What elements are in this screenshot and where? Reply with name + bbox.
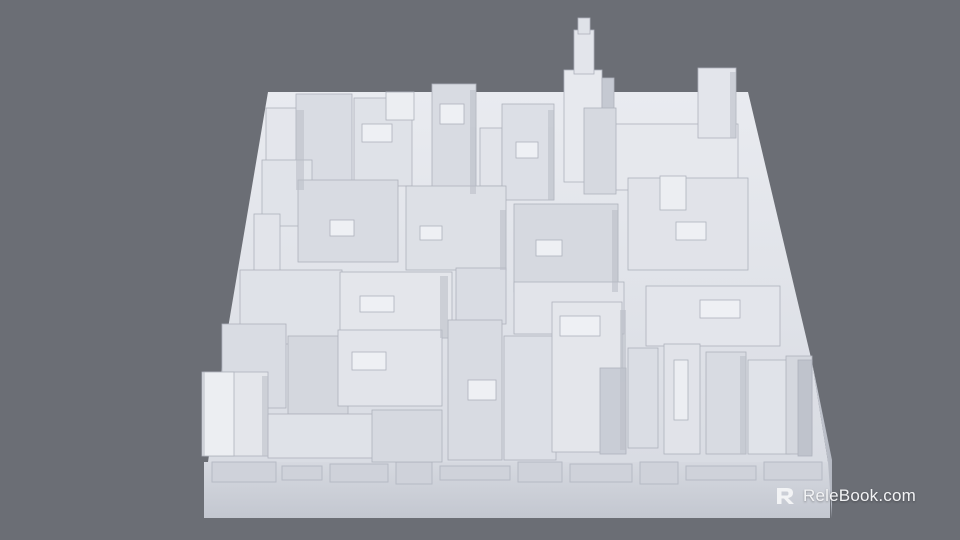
- watermark-text: ReleBook.com: [803, 486, 916, 505]
- relebook-r-logo-icon: [775, 486, 797, 506]
- watermark: ReleBook.com: [775, 486, 916, 506]
- city-model-render: [201, 17, 832, 518]
